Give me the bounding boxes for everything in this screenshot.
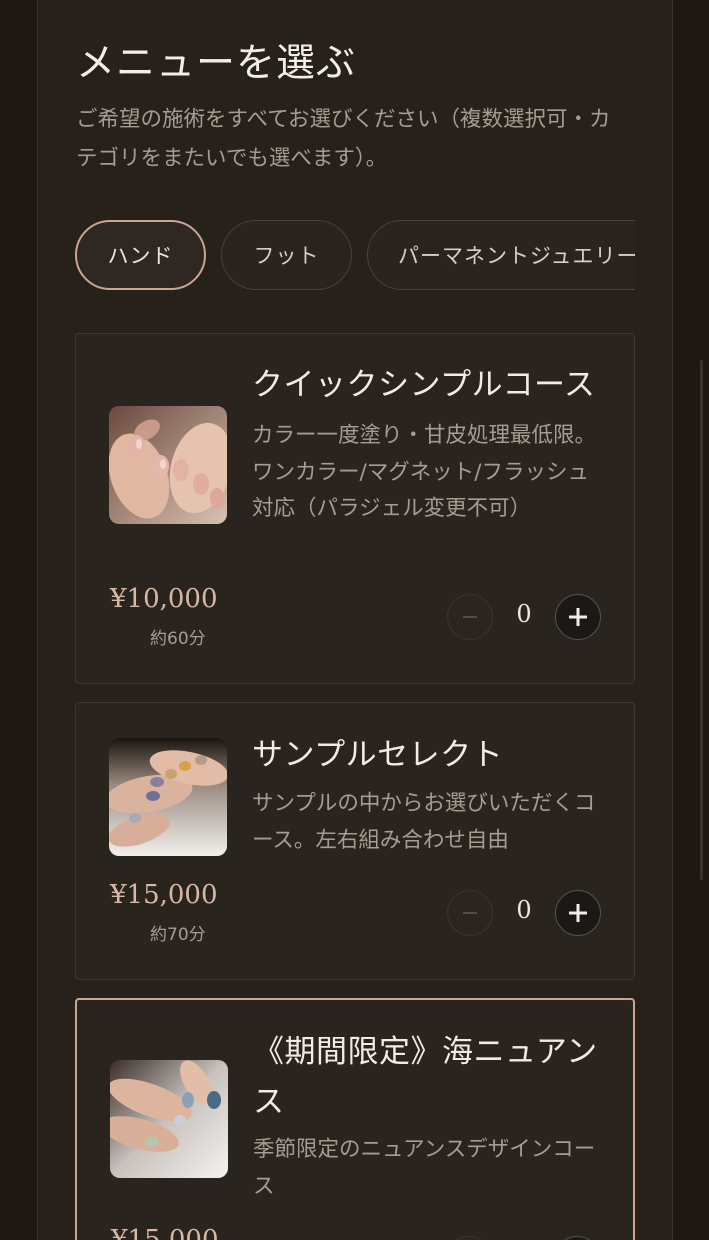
menu-item-price: ¥15,000 [111, 1225, 219, 1240]
menu-card-sample-select: サンプルセレクト サンプルの中からお選びいただくコース。左右組み合わせ自由 ¥1… [75, 702, 635, 980]
menu-item-price: ¥10,000 [110, 584, 218, 614]
tab-foot[interactable]: フット [221, 220, 352, 290]
quantity-stepper: 0 [446, 1236, 600, 1240]
menu-item-name: 《期間限定》海ニュアンス [253, 1034, 598, 1120]
quantity-value: 0 [516, 896, 532, 924]
menu-page: メニューを選ぶ ご希望の施術をすべてお選びください（複数選択可・カテゴリをまたい… [0, 0, 709, 1240]
increase-button[interactable] [555, 890, 601, 936]
menu-item-description: カラー一度塗り・甘皮処理最低限。ワンカラー/マグネット/フラッシュ対応（パラジェ… [252, 423, 597, 521]
quantity-stepper: 0 [447, 594, 601, 642]
tab-label: フット [253, 244, 320, 268]
page-title: メニューを選ぶ [76, 41, 357, 86]
tab-hand[interactable]: ハンド [75, 220, 206, 290]
increase-button[interactable] [554, 1236, 600, 1240]
menu-item-name: サンプルセレクト [252, 737, 504, 773]
plus-icon [569, 904, 587, 922]
menu-item-price: ¥15,000 [110, 880, 218, 910]
decrease-button[interactable] [447, 890, 493, 936]
nail-photo-icon [109, 738, 227, 856]
plus-icon [569, 608, 587, 626]
menu-item-name: クイックシンプルコース [252, 367, 596, 403]
menu-card-sea-nuance: 《期間限定》海ニュアンス 季節限定のニュアンスデザインコース ¥15,000 0 [75, 998, 635, 1240]
minus-icon [463, 616, 477, 618]
tab-label: パーマネントジュエリー [398, 244, 635, 268]
nail-photo-icon [110, 1060, 228, 1178]
menu-item-description: サンプルの中からお選びいただくコース。左右組み合わせ自由 [252, 791, 596, 853]
menu-item-description: 季節限定のニュアンスデザインコース [253, 1137, 596, 1199]
page-subtitle: ご希望の施術をすべてお選びください（複数選択可・カテゴリをまたいでも選べます）。 [76, 107, 611, 171]
decrease-button[interactable] [447, 594, 493, 640]
tab-label: ハンド [107, 244, 174, 268]
decrease-button[interactable] [446, 1236, 492, 1240]
menu-card-quick-simple: クイックシンプルコース カラー一度塗り・甘皮処理最低限。ワンカラー/マグネット/… [75, 333, 635, 684]
tab-permanent-jewelry[interactable]: パーマネントジュエリー [367, 220, 635, 290]
menu-item-duration: 約70分 [150, 925, 206, 945]
quantity-stepper: 0 [447, 890, 601, 938]
nail-photo-icon [109, 406, 227, 524]
minus-icon [463, 912, 477, 914]
menu-item-duration: 約60分 [150, 629, 206, 649]
quantity-value: 0 [516, 600, 532, 628]
category-tabs: ハンド フット パーマネントジュエリー [75, 220, 635, 294]
scrollbar[interactable] [700, 360, 703, 880]
increase-button[interactable] [555, 594, 601, 640]
